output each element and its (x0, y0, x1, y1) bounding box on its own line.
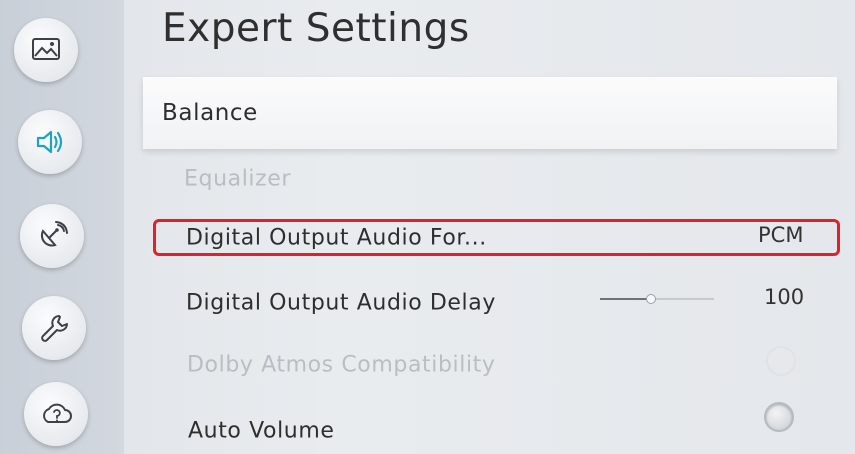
auto-volume-label: Auto Volume (188, 418, 335, 444)
delay-slider-handle[interactable] (646, 294, 656, 304)
page-title: Expert Settings (162, 6, 470, 51)
delay-slider[interactable] (600, 294, 714, 304)
menu-item-equalizer: Equalizer (146, 152, 836, 206)
side-menu (0, 0, 124, 454)
menu-item-auto-volume[interactable]: Auto Volume (146, 402, 836, 454)
broadcasting-button[interactable] (20, 204, 84, 268)
balance-label: Balance (162, 100, 258, 126)
menu-item-balance[interactable]: Balance (143, 77, 837, 149)
auto-volume-toggle[interactable] (764, 402, 794, 432)
support-button[interactable] (22, 296, 86, 360)
menu-item-digital-output-audio-delay[interactable]: Digital Output Audio Delay 100 (146, 274, 836, 332)
sound-button[interactable] (18, 110, 82, 174)
delay-slider-fill (600, 298, 651, 300)
digital-output-audio-delay-value: 100 (764, 285, 805, 310)
broadcasting-icon (40, 221, 68, 247)
picture-button[interactable] (14, 18, 78, 82)
support-icon (41, 315, 68, 342)
menu-item-dolby-atmos-compatibility: Dolby Atmos Compatibility (146, 338, 836, 392)
help-button[interactable] (24, 382, 88, 446)
equalizer-label: Equalizer (184, 166, 292, 192)
picture-icon (32, 38, 60, 60)
dolby-atmos-toggle (766, 346, 796, 376)
highlight-annotation (153, 219, 840, 256)
digital-output-audio-delay-label: Digital Output Audio Delay (186, 290, 496, 316)
sound-icon (36, 130, 63, 154)
dolby-atmos-label: Dolby Atmos Compatibility (187, 352, 496, 378)
help-icon (43, 403, 72, 423)
